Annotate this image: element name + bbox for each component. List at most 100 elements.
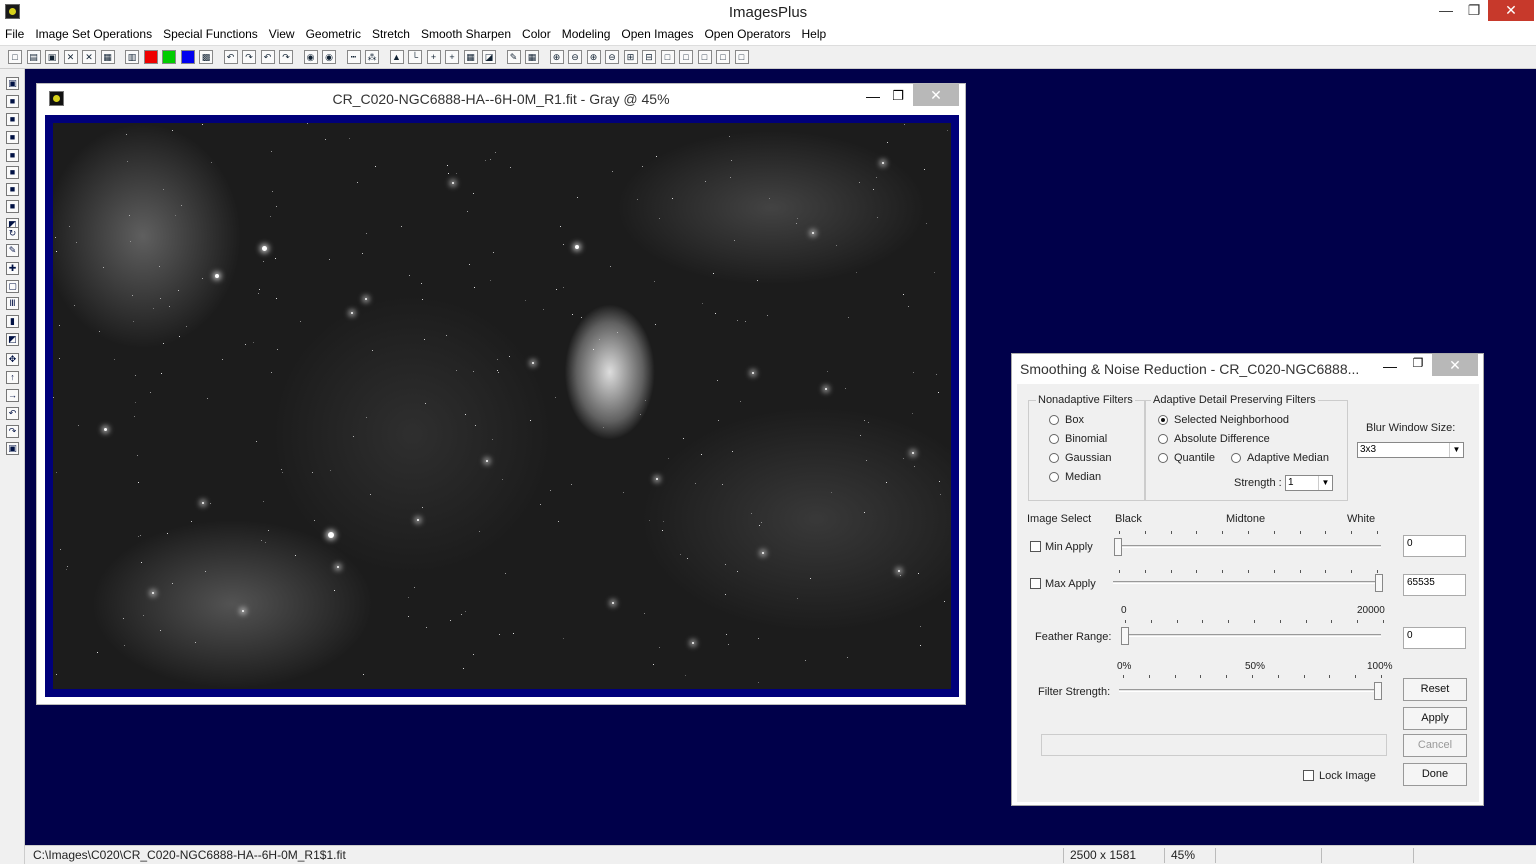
green-black-icon[interactable]: ■ bbox=[6, 131, 19, 144]
dialog-titlebar[interactable]: Smoothing & Noise Reduction - CR_C020-NG… bbox=[1012, 354, 1483, 384]
max-slider-track[interactable] bbox=[1113, 581, 1379, 584]
min-apply-checkbox[interactable] bbox=[1030, 541, 1041, 552]
apply-button[interactable]: Apply bbox=[1403, 707, 1467, 730]
quantile-radio[interactable] bbox=[1158, 453, 1168, 463]
menu-stretch[interactable]: Stretch bbox=[372, 24, 410, 44]
channel1-icon[interactable]: ■ bbox=[6, 166, 19, 179]
min-value-field[interactable]: 0 bbox=[1403, 535, 1466, 557]
close-button[interactable]: ✕ bbox=[1488, 0, 1534, 21]
adaptive-median-radio[interactable] bbox=[1231, 453, 1241, 463]
dialog-minimize-button[interactable]: — bbox=[1380, 358, 1400, 374]
save-icon[interactable]: ▣ bbox=[45, 50, 59, 64]
save-icon[interactable]: ▣ bbox=[6, 77, 19, 90]
reset-button[interactable]: Reset bbox=[1403, 678, 1467, 701]
menu-modeling[interactable]: Modeling bbox=[562, 24, 611, 44]
dialog-maximize-button[interactable]: ❐ bbox=[1408, 356, 1428, 370]
median-radio[interactable] bbox=[1049, 472, 1059, 482]
max-slider-thumb[interactable] bbox=[1375, 574, 1383, 592]
min-slider-thumb[interactable] bbox=[1114, 538, 1122, 556]
crosshair-icon[interactable]: ✚ bbox=[6, 262, 19, 275]
arrow-right-icon[interactable]: → bbox=[6, 389, 19, 402]
frame3-icon[interactable]: □ bbox=[697, 50, 712, 64]
move-icon[interactable]: ✥ bbox=[6, 353, 19, 366]
menu-image-set-operations[interactable]: Image Set Operations bbox=[35, 24, 152, 44]
crosshair-icon[interactable]: + bbox=[426, 50, 441, 64]
box-radio[interactable] bbox=[1049, 415, 1059, 425]
nebula-image[interactable] bbox=[53, 123, 951, 689]
absolute-difference-radio[interactable] bbox=[1158, 434, 1168, 444]
feather-slider-thumb[interactable] bbox=[1121, 627, 1129, 645]
arrow-up-icon[interactable]: ↑ bbox=[6, 371, 19, 384]
print-icon[interactable]: ▦ bbox=[100, 50, 115, 64]
frame-icon[interactable]: ▢ bbox=[6, 280, 19, 293]
image-window-titlebar[interactable]: CR_C020-NGC6888-HA--6H-0M_R1.fit - Gray … bbox=[37, 84, 965, 114]
new-icon[interactable]: □ bbox=[8, 50, 22, 64]
min-slider-track[interactable] bbox=[1119, 545, 1381, 548]
zoom-in-icon[interactable]: ⊕ bbox=[549, 50, 564, 64]
grid-icon[interactable]: ▩ bbox=[199, 50, 213, 64]
frame1-icon[interactable]: □ bbox=[660, 50, 675, 64]
zoom-out-icon[interactable]: ⊖ bbox=[568, 50, 582, 64]
blue-channel-icon[interactable]: ■ bbox=[180, 50, 195, 64]
image-icon[interactable]: ◪ bbox=[482, 50, 496, 64]
channel3-icon[interactable]: ■ bbox=[6, 200, 19, 213]
close-icon[interactable]: ✕ bbox=[63, 50, 78, 64]
image-window[interactable]: CR_C020-NGC6888-HA--6H-0M_R1.fit - Gray … bbox=[36, 83, 966, 705]
menu-smooth-sharpen[interactable]: Smooth Sharpen bbox=[421, 24, 511, 44]
menu-help[interactable]: Help bbox=[802, 24, 827, 44]
frame4-icon[interactable]: □ bbox=[716, 50, 730, 64]
done-button[interactable]: Done bbox=[1403, 763, 1467, 786]
open-icon[interactable]: ▤ bbox=[26, 50, 41, 64]
blur-window-select[interactable]: 3x3 ▼ bbox=[1357, 442, 1464, 458]
max-value-field[interactable]: 65535 bbox=[1403, 574, 1466, 596]
black-point-icon[interactable]: ■ bbox=[6, 95, 19, 108]
green-channel-icon[interactable]: ■ bbox=[162, 50, 176, 64]
matrix-icon[interactable]: ▦ bbox=[525, 50, 539, 64]
menu-open-operators[interactable]: Open Operators bbox=[704, 24, 790, 44]
image-window-minimize-button[interactable]: — bbox=[863, 86, 883, 106]
crosshair2-icon[interactable]: + bbox=[445, 50, 459, 64]
smoothing-dialog[interactable]: Smoothing & Noise Reduction - CR_C020-NG… bbox=[1011, 353, 1484, 806]
cancel-button[interactable]: Cancel bbox=[1403, 734, 1467, 757]
red-black-icon[interactable]: ■ bbox=[6, 113, 19, 126]
stack-icon[interactable]: ▣ bbox=[6, 442, 19, 455]
binomial-radio[interactable] bbox=[1049, 434, 1059, 444]
gaussian-radio[interactable] bbox=[1049, 453, 1059, 463]
blue-black-icon[interactable]: ■ bbox=[6, 149, 19, 162]
rotate-left-icon[interactable]: ↶ bbox=[6, 407, 19, 420]
ruler-icon[interactable]: └ bbox=[408, 50, 422, 64]
refresh-icon[interactable]: ↻ bbox=[6, 227, 19, 240]
menu-file[interactable]: File bbox=[5, 24, 24, 44]
lock-image-checkbox[interactable] bbox=[1303, 770, 1314, 781]
feather-value-field[interactable]: 0 bbox=[1403, 627, 1466, 649]
redo-all-icon[interactable]: ↷ bbox=[279, 50, 293, 64]
undo-icon[interactable]: ↶ bbox=[223, 50, 238, 64]
ellipse-select-icon[interactable]: ◉ bbox=[322, 50, 336, 64]
minus-box-icon[interactable]: ⊟ bbox=[642, 50, 656, 64]
grid2-icon[interactable]: ▦ bbox=[463, 50, 478, 64]
pencil-icon[interactable]: ✎ bbox=[6, 244, 19, 257]
red-select-icon[interactable]: ◩ bbox=[6, 333, 19, 346]
max-apply-checkbox[interactable] bbox=[1030, 578, 1041, 589]
channel2-icon[interactable]: ■ bbox=[6, 183, 19, 196]
red-channel-icon[interactable]: ■ bbox=[143, 50, 158, 64]
close-all-icon[interactable]: ✕ bbox=[82, 50, 96, 64]
menu-color[interactable]: Color bbox=[522, 24, 551, 44]
feather-slider-track[interactable] bbox=[1125, 634, 1381, 637]
menu-view[interactable]: View bbox=[269, 24, 295, 44]
image-window-close-button[interactable]: ✕ bbox=[913, 84, 959, 106]
frame2-icon[interactable]: □ bbox=[679, 50, 693, 64]
menu-open-images[interactable]: Open Images bbox=[621, 24, 693, 44]
rgb-icon[interactable]: ▥ bbox=[125, 50, 139, 64]
levels-icon[interactable]: Ⅲ bbox=[6, 297, 19, 310]
zoom-fit-icon[interactable]: ⊕ bbox=[586, 50, 601, 64]
undo-all-icon[interactable]: ↶ bbox=[260, 50, 275, 64]
menu-special-functions[interactable]: Special Functions bbox=[163, 24, 258, 44]
selected-neighborhood-radio[interactable] bbox=[1158, 415, 1168, 425]
dialog-close-button[interactable]: ✕ bbox=[1432, 354, 1478, 376]
minimize-button[interactable]: — bbox=[1431, 0, 1461, 21]
strength-select[interactable]: 1 ▼ bbox=[1285, 475, 1333, 491]
pencil-icon[interactable]: ✎ bbox=[506, 50, 521, 64]
line-icon[interactable]: ┅ bbox=[346, 50, 361, 64]
maximize-button[interactable]: ❐ bbox=[1459, 0, 1489, 21]
